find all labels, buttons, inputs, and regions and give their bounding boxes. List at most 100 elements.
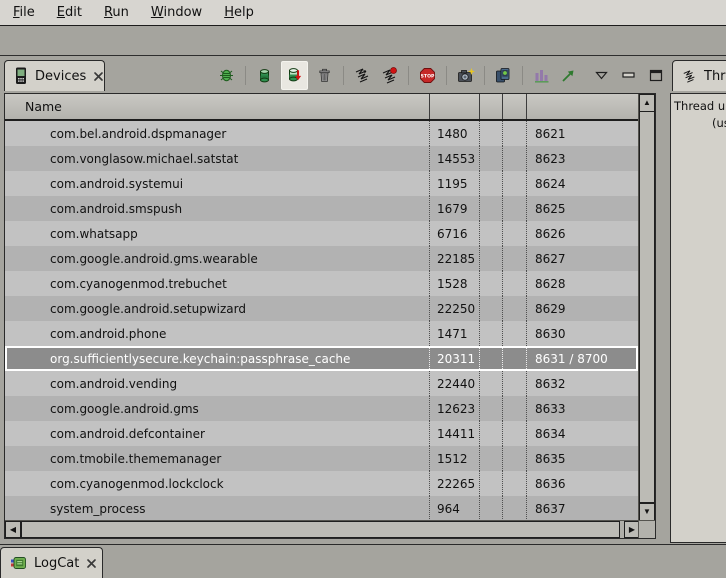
dump-hprof-button[interactable] xyxy=(281,61,308,90)
device-row[interactable]: com.android.defcontainer 14411 8634 xyxy=(5,421,638,446)
tab-logcat-label: LogCat xyxy=(34,556,79,571)
tab-devices[interactable]: Devices xyxy=(4,60,105,91)
scrollbar-corner xyxy=(638,520,655,538)
device-row[interactable]: com.android.smspush 1679 8625 xyxy=(5,196,638,221)
empty-cell-2 xyxy=(503,396,527,421)
toolbar-separator xyxy=(343,66,344,85)
method-profiling-icon xyxy=(381,67,398,84)
tab-threads-label: Threads xyxy=(704,69,726,84)
stop-process-button[interactable]: STOP xyxy=(417,63,438,87)
process-name-cell: com.android.smspush xyxy=(5,196,430,221)
stop-sign-icon: STOP xyxy=(419,67,436,84)
screen-capture-button[interactable] xyxy=(455,63,476,87)
port-cell: 8629 xyxy=(527,296,638,321)
column-header-empty-1[interactable] xyxy=(480,94,503,119)
pid-cell: 1679 xyxy=(430,196,480,221)
start-method-profiling-button[interactable] xyxy=(379,63,400,87)
device-row[interactable]: com.google.android.gms.wearable 22185 86… xyxy=(5,246,638,271)
device-row[interactable]: com.android.systemui 1195 8624 xyxy=(5,171,638,196)
device-row[interactable]: com.google.android.setupwizard 22250 862… xyxy=(5,296,638,321)
debug-process-button[interactable] xyxy=(216,63,237,87)
menu-item-window[interactable]: Window xyxy=(140,1,213,24)
phone-icon xyxy=(14,67,28,85)
column-header-port[interactable] xyxy=(527,94,638,119)
menu-item-edit[interactable]: Edit xyxy=(46,1,93,24)
port-cell: 8636 xyxy=(527,471,638,496)
tab-logcat[interactable]: LogCat xyxy=(0,547,103,578)
empty-cell-2 xyxy=(503,221,527,246)
empty-cell-1 xyxy=(480,221,503,246)
pid-cell: 1528 xyxy=(430,271,480,296)
update-threads-button[interactable] xyxy=(352,63,373,87)
empty-cell-2 xyxy=(503,496,527,521)
multi-screen-capture-button[interactable] xyxy=(493,63,514,87)
port-cell: 8634 xyxy=(527,421,638,446)
close-icon[interactable] xyxy=(93,71,104,82)
column-header-empty-2[interactable] xyxy=(503,94,527,119)
scroll-left-button[interactable]: ◀ xyxy=(5,521,21,538)
process-name-cell: com.tmobile.thememanager xyxy=(5,446,430,471)
horizontal-scroll-thumb[interactable] xyxy=(21,521,620,538)
process-name-cell: com.android.defcontainer xyxy=(5,421,430,446)
pid-cell: 22250 xyxy=(430,296,480,321)
process-name-cell: com.google.android.gms xyxy=(5,396,430,421)
cause-gc-button[interactable] xyxy=(314,63,335,87)
close-icon[interactable] xyxy=(86,558,97,569)
tab-threads[interactable]: Threads xyxy=(672,60,726,91)
device-row[interactable]: org.sufficientlysecure.keychain:passphra… xyxy=(5,346,638,371)
device-row[interactable]: system_process 964 8637 xyxy=(5,496,638,521)
threads-message-line1: Thread updates not enabled for selected … xyxy=(674,98,726,115)
view-menu-button[interactable] xyxy=(591,63,612,87)
empty-cell-1 xyxy=(480,146,503,171)
minimize-button[interactable] xyxy=(618,63,639,87)
vertical-scroll-thumb[interactable] xyxy=(639,112,655,503)
device-row[interactable]: com.whatsapp 6716 8626 xyxy=(5,221,638,246)
port-cell: 8627 xyxy=(527,246,638,271)
process-name-cell: system_process xyxy=(5,496,430,521)
menu-item-file[interactable]: File xyxy=(2,1,46,24)
update-heap-button[interactable] xyxy=(254,63,275,87)
port-cell: 8623 xyxy=(527,146,638,171)
empty-cell-1 xyxy=(480,471,503,496)
pid-cell: 22265 xyxy=(430,471,480,496)
device-row[interactable]: com.android.phone 1471 8630 xyxy=(5,321,638,346)
main-toolbar-strip xyxy=(0,27,726,56)
debug-bug-icon xyxy=(218,67,235,84)
threads-icon xyxy=(682,69,697,84)
scroll-up-button[interactable]: ▲ xyxy=(639,94,655,112)
view-window-buttons xyxy=(591,63,666,87)
port-cell: 8626 xyxy=(527,221,638,246)
empty-cell-1 xyxy=(480,121,503,146)
process-name-cell: com.google.android.setupwizard xyxy=(5,296,430,321)
device-row[interactable]: com.bel.android.dspmanager 1480 8621 xyxy=(5,121,638,146)
pid-cell: 1480 xyxy=(430,121,480,146)
menu-item-run[interactable]: Run xyxy=(93,1,140,24)
system-info-button[interactable] xyxy=(531,63,552,87)
empty-cell-2 xyxy=(503,446,527,471)
menu-item-help[interactable]: Help xyxy=(213,1,265,24)
minimize-icon xyxy=(622,71,635,79)
device-row[interactable]: com.cyanogenmod.trebuchet 1528 8628 xyxy=(5,271,638,296)
empty-cell-1 xyxy=(480,296,503,321)
pid-cell: 12623 xyxy=(430,396,480,421)
green-arrow-icon xyxy=(560,67,577,84)
device-row[interactable]: com.vonglasow.michael.satstat 14553 8623 xyxy=(5,146,638,171)
column-header-pid[interactable] xyxy=(430,94,480,119)
maximize-button[interactable] xyxy=(645,63,666,87)
refresh-arrow-button[interactable] xyxy=(558,63,579,87)
port-cell: 8637 xyxy=(527,496,638,521)
empty-cell-2 xyxy=(503,121,527,146)
device-row[interactable]: com.tmobile.thememanager 1512 8635 xyxy=(5,446,638,471)
device-row[interactable]: com.google.android.gms 12623 8633 xyxy=(5,396,638,421)
process-name-cell: com.cyanogenmod.trebuchet xyxy=(5,271,430,296)
process-name-cell: com.cyanogenmod.lockclock xyxy=(5,471,430,496)
device-row[interactable]: com.android.vending 22440 8632 xyxy=(5,371,638,396)
empty-cell-1 xyxy=(480,346,503,371)
toolbar-separator xyxy=(245,66,246,85)
column-header-name[interactable]: Name xyxy=(5,94,430,119)
scroll-down-button[interactable]: ▼ xyxy=(639,503,655,521)
device-row[interactable]: com.cyanogenmod.lockclock 22265 8636 xyxy=(5,471,638,496)
port-cell: 8625 xyxy=(527,196,638,221)
empty-cell-2 xyxy=(503,271,527,296)
empty-cell-1 xyxy=(480,371,503,396)
